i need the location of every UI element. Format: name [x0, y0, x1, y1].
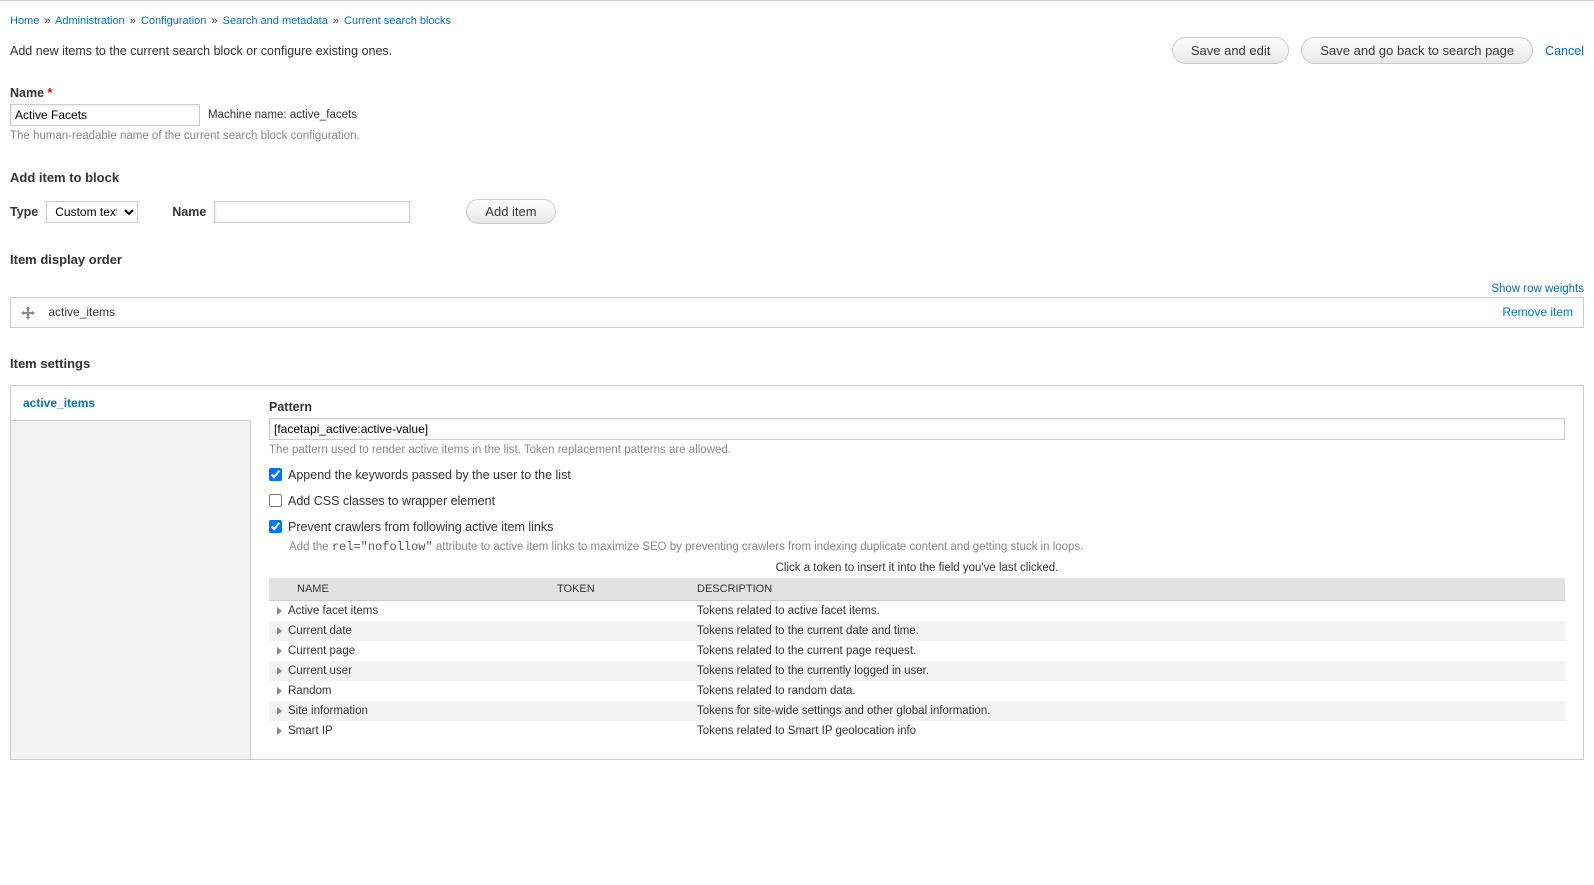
table-row: Active facet items Tokens related to acti…: [269, 600, 1565, 621]
nofollow-description: Add the rel="nofollow" attribute to acti…: [289, 540, 1565, 554]
name-label: Name *: [10, 86, 1584, 100]
pattern-input[interactable]: [269, 418, 1565, 440]
table-row: Site information Tokens for site-wide set…: [269, 701, 1565, 721]
append-keywords-checkbox[interactable]: [269, 468, 282, 481]
th-name: NAME: [269, 578, 549, 601]
token-name: Current user: [288, 665, 352, 677]
order-heading: Item display order: [10, 252, 1584, 267]
expand-icon[interactable]: [277, 647, 282, 655]
table-row: Current page Tokens related to the curren…: [269, 641, 1565, 661]
breadcrumb: Home » Administration » Configuration » …: [10, 11, 1584, 37]
add-css-label: Add CSS classes to wrapper element: [288, 494, 495, 508]
table-row: Random Tokens related to random data.: [269, 681, 1565, 701]
top-actions: Save and edit Save and go back to search…: [1172, 37, 1584, 64]
th-token: TOKEN: [549, 578, 689, 601]
token-desc: Tokens for site-wide settings and other …: [689, 701, 1565, 721]
tokens-table: NAME TOKEN DESCRIPTION Active facet item…: [269, 578, 1565, 741]
drag-handle-icon[interactable]: [21, 306, 35, 320]
add-css-checkbox[interactable]: [269, 494, 282, 507]
required-marker: *: [48, 86, 53, 100]
table-row: Current user Tokens related to the curren…: [269, 661, 1565, 681]
token-name: Active facet items: [288, 605, 378, 617]
settings-heading: Item settings: [10, 356, 1584, 371]
bc-sep: »: [44, 15, 50, 27]
append-keywords-label: Append the keywords passed by the user t…: [288, 468, 571, 482]
table-row: Current date Tokens related to the curren…: [269, 621, 1565, 641]
token-value: [549, 681, 689, 701]
expand-icon[interactable]: [277, 687, 282, 695]
table-row: active_items Remove item: [11, 298, 1584, 328]
token-caption: Click a token to insert it into the fiel…: [269, 562, 1565, 574]
bc-sep: »: [211, 15, 217, 27]
token-value: [549, 661, 689, 681]
token-value: [549, 641, 689, 661]
token-desc: Tokens related to random data.: [689, 681, 1565, 701]
table-row: Smart IP Tokens related to Smart IP geolo…: [269, 721, 1565, 741]
bc-admin[interactable]: Administration: [55, 15, 125, 27]
vertical-tabs: active_items: [11, 386, 251, 759]
token-name: Current date: [288, 625, 352, 637]
save-and-back-button[interactable]: Save and go back to search page: [1301, 37, 1533, 64]
expand-icon[interactable]: [277, 667, 282, 675]
add-css-row[interactable]: Add CSS classes to wrapper element: [269, 494, 1565, 508]
type-label: Type: [10, 205, 38, 219]
order-row-label: active_items: [48, 305, 115, 319]
name-input[interactable]: [10, 104, 200, 126]
bc-sep: »: [333, 15, 339, 27]
append-keywords-row[interactable]: Append the keywords passed by the user t…: [269, 468, 1565, 482]
add-item-button[interactable]: Add item: [466, 199, 555, 224]
token-value: [549, 600, 689, 621]
token-desc: Tokens related to Smart IP geolocation i…: [689, 721, 1565, 741]
bc-sep: »: [130, 15, 136, 27]
token-desc: Tokens related to the current page reque…: [689, 641, 1565, 661]
name-description: The human-readable name of the current s…: [10, 130, 1584, 142]
th-desc: DESCRIPTION: [689, 578, 1565, 601]
token-desc: Tokens related to active facet items.: [689, 600, 1565, 621]
nofollow-checkbox[interactable]: [269, 520, 282, 533]
expand-icon[interactable]: [277, 607, 282, 615]
nofollow-label: Prevent crawlers from following active i…: [288, 520, 553, 534]
add-item-heading: Add item to block: [10, 170, 1584, 185]
vtab-active-items[interactable]: active_items: [11, 386, 251, 421]
pattern-description: The pattern used to render active items …: [269, 444, 1565, 456]
add-item-name-input[interactable]: [214, 201, 410, 223]
token-name: Random: [288, 685, 331, 697]
nofollow-row[interactable]: Prevent crawlers from following active i…: [269, 520, 1565, 534]
show-row-weights-link[interactable]: Show row weights: [1491, 283, 1584, 295]
bc-search-meta[interactable]: Search and metadata: [223, 15, 328, 27]
token-value: [549, 621, 689, 641]
token-value: [549, 721, 689, 741]
cancel-link[interactable]: Cancel: [1545, 44, 1584, 58]
token-name: Site information: [288, 705, 368, 717]
add-name-label: Name: [172, 205, 206, 219]
bc-config[interactable]: Configuration: [141, 15, 206, 27]
type-select[interactable]: Custom text: [46, 201, 138, 223]
bc-current-blocks[interactable]: Current search blocks: [344, 15, 451, 27]
save-and-edit-button[interactable]: Save and edit: [1172, 37, 1290, 64]
expand-icon[interactable]: [277, 707, 282, 715]
remove-item-link[interactable]: Remove item: [1502, 305, 1573, 319]
token-desc: Tokens related to the current date and t…: [689, 621, 1565, 641]
vtab-label[interactable]: active_items: [23, 396, 95, 410]
pattern-label: Pattern: [269, 400, 1565, 414]
token-name: Current page: [288, 645, 355, 657]
expand-icon[interactable]: [277, 727, 282, 735]
expand-icon[interactable]: [277, 627, 282, 635]
machine-name-label: Machine name: active_facets: [208, 109, 357, 121]
token-name: Smart IP: [288, 725, 333, 737]
page-intro: Add new items to the current search bloc…: [10, 44, 392, 58]
bc-home[interactable]: Home: [10, 15, 39, 27]
token-value: [549, 701, 689, 721]
token-desc: Tokens related to the currently logged i…: [689, 661, 1565, 681]
